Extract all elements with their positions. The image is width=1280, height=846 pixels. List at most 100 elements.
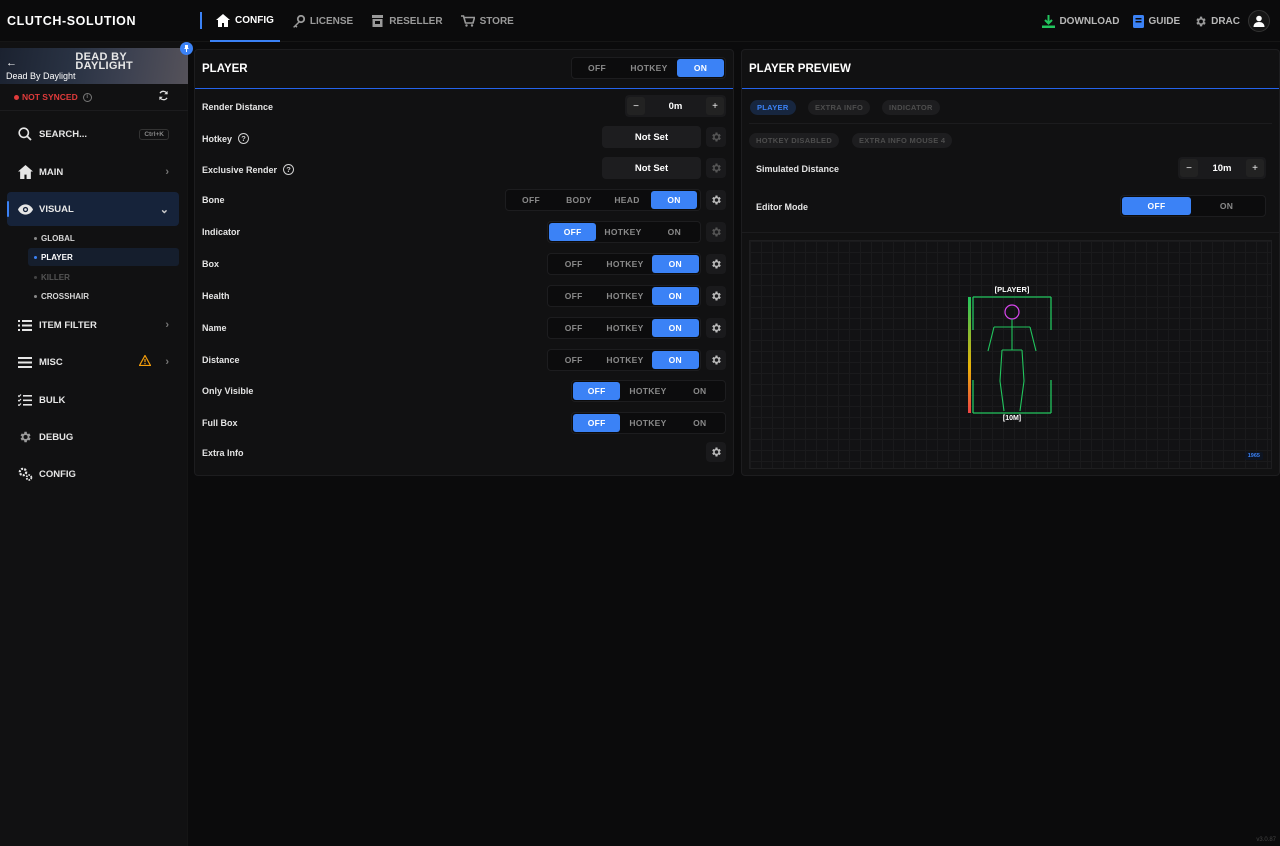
refresh-icon[interactable]: [158, 90, 169, 104]
box-on-button[interactable]: ON: [651, 255, 700, 273]
pin-icon[interactable]: [180, 42, 193, 55]
full-box-off-button[interactable]: OFF: [573, 414, 621, 432]
sidebar-search[interactable]: SEARCH... Ctrl+K: [7, 117, 179, 151]
store-icon: [372, 15, 384, 27]
bone-toggle: OFF BODY HEAD ON: [505, 189, 701, 211]
health-on-button[interactable]: ON: [651, 287, 700, 305]
bone-settings-button[interactable]: [706, 190, 726, 210]
sidebar-subitem-global[interactable]: GLOBAL: [28, 229, 179, 247]
sidebar-subitem-player[interactable]: PLAYER: [28, 248, 179, 266]
esp-preview-canvas[interactable]: [PLAYER] [10M] 1965: [749, 240, 1272, 469]
bone-label: Bone: [202, 195, 225, 205]
render-distance-label: Render Distance: [202, 102, 274, 112]
hotkey-settings-button[interactable]: [706, 127, 726, 147]
name-settings-button[interactable]: [706, 318, 726, 338]
eye-icon: [17, 203, 33, 215]
box-off-button[interactable]: OFF: [549, 255, 598, 273]
increment-button[interactable]: +: [1245, 159, 1264, 177]
name-hotkey-button[interactable]: HOTKEY: [598, 319, 651, 337]
increment-button[interactable]: +: [705, 97, 724, 115]
back-arrow-icon[interactable]: ←: [6, 57, 17, 69]
exclusive-render-bind-button[interactable]: Not Set: [602, 157, 701, 179]
decrement-button[interactable]: −: [1180, 159, 1198, 177]
box-hotkey-button[interactable]: HOTKEY: [598, 255, 651, 273]
gear-icon: [712, 163, 721, 173]
sidebar-item-label: MISC: [39, 356, 63, 368]
render-distance-value[interactable]: 0m: [669, 101, 683, 112]
distance-on-button[interactable]: ON: [651, 351, 700, 369]
game-banner[interactable]: DEAD BY DAYLIGHT ← Dead By Daylight: [0, 48, 188, 84]
sidebar-subitem-label: CROSSHAIR: [41, 291, 90, 301]
full-box-hotkey-button[interactable]: HOTKEY: [620, 414, 675, 432]
full-box-toggle: OFF HOTKEY ON: [571, 412, 726, 434]
name-off-button[interactable]: OFF: [549, 319, 598, 337]
editor-mode-off-button[interactable]: OFF: [1122, 197, 1191, 215]
bone-on-button[interactable]: ON: [651, 191, 697, 209]
help-icon[interactable]: ?: [283, 164, 295, 175]
bone-head-button[interactable]: HEAD: [603, 191, 651, 209]
box-settings-button[interactable]: [706, 254, 726, 274]
mode-on-button[interactable]: ON: [677, 59, 724, 77]
sidebar-subitem-crosshair[interactable]: CROSSHAIR: [28, 287, 179, 305]
preview-tab-extra-info[interactable]: EXTRA INFO: [808, 100, 871, 115]
tab-reseller[interactable]: RESELLER: [365, 0, 448, 42]
full-box-on-button[interactable]: ON: [676, 414, 724, 432]
only-visible-off-button[interactable]: OFF: [573, 382, 621, 400]
indicator-off-button[interactable]: OFF: [549, 223, 597, 241]
exclusive-render-settings-button[interactable]: [706, 158, 726, 178]
preview-tab-player[interactable]: PLAYER: [750, 100, 796, 115]
bone-off-button[interactable]: OFF: [507, 191, 555, 209]
tab-store[interactable]: STORE: [455, 0, 520, 42]
indicator-settings-button[interactable]: [706, 222, 726, 242]
preview-tab-indicator[interactable]: INDICATOR: [882, 100, 940, 115]
tab-reseller-label: RESELLER: [389, 15, 443, 27]
sidebar-item-bulk[interactable]: BULK: [7, 383, 179, 417]
indicator-hotkey-button[interactable]: HOTKEY: [596, 223, 649, 241]
info-icon[interactable]: i: [82, 92, 92, 102]
version-label: v3.0.87: [1256, 837, 1276, 843]
simulated-distance-value[interactable]: 10m: [1212, 163, 1231, 174]
indicator-on-button[interactable]: ON: [650, 223, 699, 241]
health-off-button[interactable]: OFF: [549, 287, 598, 305]
gear-icon: [712, 259, 721, 269]
tab-config[interactable]: CONFIG: [210, 0, 280, 42]
mode-off-button[interactable]: OFF: [573, 59, 621, 77]
editor-mode-label: Editor Mode: [756, 202, 808, 212]
gears-icon: [18, 467, 32, 481]
sidebar-item-item-filter[interactable]: ITEM FILTER ›: [7, 308, 179, 342]
hotkey-bind-button[interactable]: Not Set: [602, 126, 701, 148]
health-hotkey-button[interactable]: HOTKEY: [598, 287, 651, 305]
panel-title: PLAYER PREVIEW: [749, 63, 851, 75]
health-settings-button[interactable]: [706, 286, 726, 306]
name-label: Name: [202, 323, 227, 333]
sidebar: DEAD BY DAYLIGHT ← Dead By Daylight NOT S…: [0, 42, 193, 846]
chevron-down-icon: ⌄: [159, 203, 169, 216]
player-panel: PLAYER OFF HOTKEY ON Render Distance − 0…: [194, 49, 734, 476]
guide-button[interactable]: GUIDE: [1133, 14, 1180, 28]
sidebar-item-main[interactable]: MAIN ›: [7, 155, 179, 189]
name-on-button[interactable]: ON: [651, 319, 700, 337]
extra-info-settings-button[interactable]: [706, 442, 726, 462]
distance-hotkey-button[interactable]: HOTKEY: [598, 351, 651, 369]
tab-license[interactable]: LICENSE: [286, 0, 359, 42]
sidebar-item-config[interactable]: CONFIG: [7, 457, 179, 491]
exclusive-render-label: Exclusive Render?: [202, 164, 295, 175]
sidebar-item-misc[interactable]: MISC ›: [7, 345, 179, 379]
sidebar-subitem-killer[interactable]: KILLER: [28, 268, 179, 286]
only-visible-hotkey-button[interactable]: HOTKEY: [620, 382, 675, 400]
only-visible-on-button[interactable]: ON: [676, 382, 724, 400]
distance-settings-button[interactable]: [706, 350, 726, 370]
editor-mode-on-button[interactable]: ON: [1191, 197, 1262, 215]
help-icon[interactable]: ?: [238, 133, 250, 144]
avatar[interactable]: [1248, 10, 1270, 32]
decrement-button[interactable]: −: [627, 97, 645, 115]
user-menu[interactable]: DRAC: [1194, 15, 1240, 28]
sidebar-item-debug[interactable]: DEBUG: [7, 420, 179, 454]
mode-hotkey-button[interactable]: HOTKEY: [621, 59, 677, 77]
distance-off-button[interactable]: OFF: [549, 351, 598, 369]
gear-icon: [712, 447, 721, 457]
download-button[interactable]: DOWNLOAD: [1042, 14, 1119, 28]
sidebar-item-visual[interactable]: VISUAL ⌄: [7, 192, 179, 226]
only-visible-toggle: OFF HOTKEY ON: [571, 380, 726, 402]
bone-body-button[interactable]: BODY: [555, 191, 603, 209]
